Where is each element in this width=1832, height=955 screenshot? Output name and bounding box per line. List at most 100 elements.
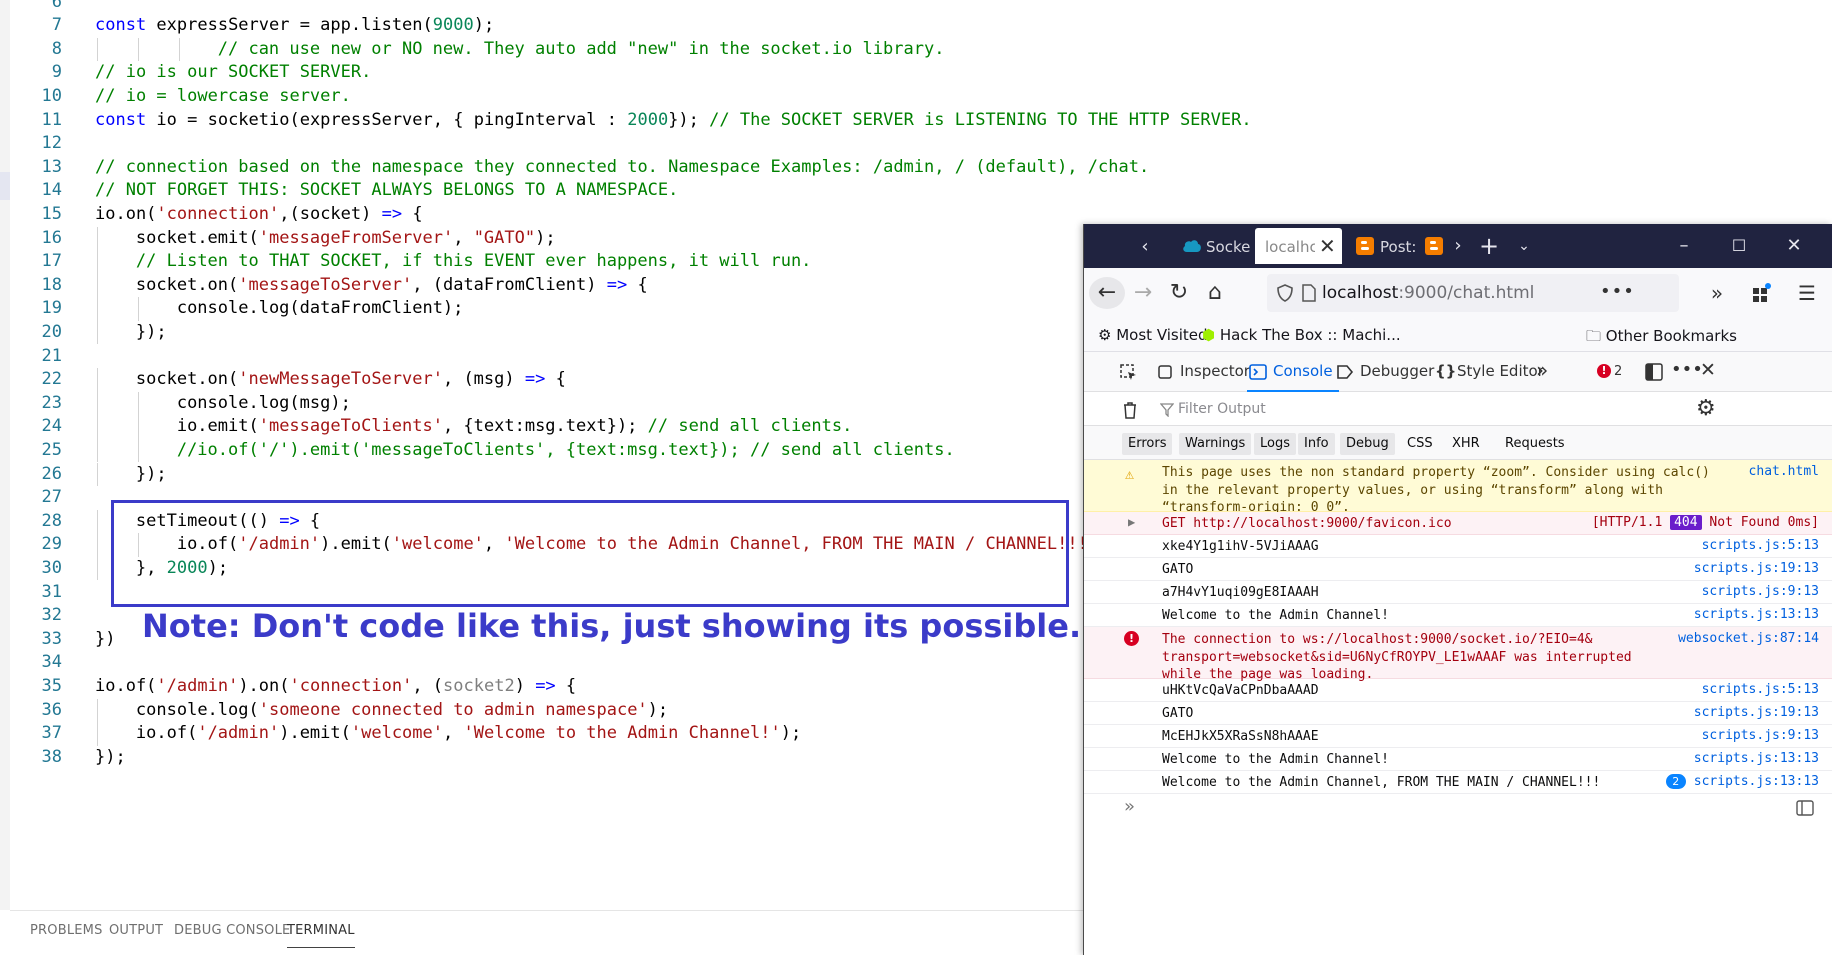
- tab-problems[interactable]: PROBLEMS: [30, 923, 103, 938]
- page-info-icon[interactable]: [1302, 284, 1316, 302]
- code-line[interactable]: 10 // io = lowercase server.: [0, 85, 1832, 109]
- filter-input[interactable]: Filter Output: [1178, 401, 1266, 417]
- forward-arrow-icon[interactable]: →: [1125, 277, 1161, 309]
- url-bar[interactable]: localhost:9000/chat.html •••: [1267, 274, 1679, 312]
- bookmark-hack-the-box[interactable]: ⬢ Hack The Box :: Machi...: [1202, 326, 1401, 344]
- blogger-icon: [1356, 237, 1374, 255]
- filter-warnings[interactable]: Warnings: [1179, 433, 1252, 455]
- filter-info[interactable]: Info: [1298, 433, 1335, 455]
- bookmark-most-visited[interactable]: ⚙ Most Visited: [1098, 326, 1208, 344]
- message-source-link[interactable]: scripts.js:13:13: [1694, 751, 1819, 766]
- browser-tab-post[interactable]: Post: E: [1346, 228, 1421, 264]
- console-input[interactable]: »: [1084, 794, 1832, 824]
- close-devtools-icon[interactable]: ✕: [1700, 359, 1716, 381]
- maximize-icon[interactable]: ☐: [1725, 232, 1753, 260]
- back-arrow-icon[interactable]: ←: [1089, 277, 1125, 309]
- filter-requests[interactable]: Requests: [1499, 433, 1571, 455]
- error-icon: !: [1124, 631, 1139, 646]
- filter-css[interactable]: CSS: [1401, 433, 1439, 455]
- message-source-link[interactable]: chat.html: [1749, 464, 1819, 479]
- log-level-filters: Errors Warnings Logs Info Debug CSS XHR …: [1084, 426, 1832, 460]
- line-number: 24: [41, 416, 62, 437]
- line-number: 37: [41, 723, 62, 744]
- overflow-chevron-icon[interactable]: »: [1699, 277, 1735, 309]
- browser-tab-socket[interactable]: Socke: [1172, 228, 1255, 264]
- close-tab-icon[interactable]: ✕: [1319, 234, 1336, 258]
- menu-hamburger-icon[interactable]: ☰: [1789, 277, 1825, 309]
- tab-list-chevron-down-icon[interactable]: ⌄: [1510, 232, 1538, 260]
- tab-debugger[interactable]: Debugger: [1360, 362, 1434, 380]
- indent-guide: [97, 226, 98, 251]
- tab-console[interactable]: Console: [1247, 362, 1339, 392]
- element-picker-icon[interactable]: [1120, 364, 1138, 382]
- code-line[interactable]: 12: [0, 132, 1832, 156]
- home-icon[interactable]: ⌂: [1197, 277, 1233, 309]
- browser-tab-blogger[interactable]: [1421, 228, 1446, 264]
- tab-output[interactable]: OUTPUT: [109, 923, 163, 938]
- expand-triangle-icon[interactable]: ▶: [1128, 515, 1135, 529]
- code-line[interactable]: 9 // io is our SOCKET SERVER.: [0, 61, 1832, 85]
- indent-guide: [97, 297, 98, 321]
- code-token: }): [95, 628, 116, 649]
- tab-debug-console[interactable]: DEBUG CONSOLE: [174, 923, 290, 938]
- browser-tab-localhost[interactable]: localhc ✕: [1255, 228, 1342, 264]
- tab-terminal[interactable]: TERMINAL: [287, 923, 355, 948]
- more-tools-chevron-icon[interactable]: »: [1536, 358, 1548, 382]
- code-line[interactable]: 13 // connection based on the namespace t…: [0, 156, 1832, 180]
- console-log-message: xke4Y1g1ihV-5VJiAAAG scripts.js:5:13: [1084, 535, 1832, 558]
- indent-guide: [97, 438, 98, 463]
- code-token: });: [135, 463, 167, 484]
- message-source-link[interactable]: websocket.js:87:14: [1678, 631, 1819, 646]
- code-line[interactable]: 8 // can use new or NO new. They auto add…: [0, 37, 1832, 62]
- minimize-icon[interactable]: –: [1670, 232, 1698, 260]
- code-line[interactable]: 7 const expressServer = app.listen(9000);: [0, 14, 1832, 38]
- message-source-link[interactable]: scripts.js:13:13: [1694, 607, 1819, 622]
- console-log-message: GATO scripts.js:19:13: [1084, 558, 1832, 581]
- reload-icon[interactable]: ↻: [1161, 277, 1197, 309]
- console-settings-gear-icon[interactable]: ⚙: [1696, 396, 1716, 421]
- line-number: 10: [41, 85, 62, 106]
- filter-logs[interactable]: Logs: [1254, 433, 1296, 455]
- code-token: 2000: [627, 109, 669, 130]
- tab-scroll-left-icon[interactable]: ‹: [1131, 233, 1159, 261]
- tab-scroll-right-icon[interactable]: ›: [1444, 232, 1472, 260]
- page-actions-icon[interactable]: •••: [1600, 281, 1635, 302]
- message-source-link[interactable]: scripts.js:19:13: [1694, 561, 1819, 576]
- error-alert-icon[interactable]: !: [1597, 364, 1611, 378]
- message-source-link[interactable]: scripts.js:9:13: [1702, 584, 1819, 599]
- code-line[interactable]: 11 const io = socketio(expressServer, { p…: [0, 109, 1832, 133]
- message-source-link[interactable]: scripts.js:5:13: [1702, 682, 1819, 697]
- code-token: ).on(: [238, 675, 290, 696]
- trash-icon[interactable]: [1122, 401, 1138, 419]
- editor-mode-toggle-icon[interactable]: [1796, 800, 1814, 816]
- code-token: );: [473, 15, 495, 36]
- filter-debug[interactable]: Debug: [1340, 433, 1395, 455]
- message-source-link[interactable]: scripts.js:13:13: [1694, 774, 1819, 789]
- console-network-error[interactable]: ▶ GET http://localhost:9000/favicon.ico …: [1084, 512, 1832, 535]
- new-tab-icon[interactable]: +: [1475, 232, 1503, 260]
- bookmark-other[interactable]: 🗀 Other Bookmarks: [1586, 326, 1737, 351]
- filter-xhr[interactable]: XHR: [1446, 433, 1486, 455]
- code-text: // can use new or NO new. They auto add …: [218, 38, 945, 62]
- extensions-icon[interactable]: [1751, 282, 1773, 304]
- dock-side-icon[interactable]: [1645, 363, 1663, 381]
- close-window-icon[interactable]: ✕: [1780, 232, 1808, 260]
- code-line[interactable]: 14 // NOT FORGET THIS: SOCKET ALWAYS BELO…: [0, 179, 1832, 203]
- code-line[interactable]: 6: [0, 0, 1832, 14]
- message-source-link[interactable]: scripts.js:9:13: [1702, 728, 1819, 743]
- line-number: 9: [51, 62, 62, 83]
- code-token: 'messageToClients': [258, 416, 443, 437]
- code-line[interactable]: 15 io.on('connection',(socket) => {: [0, 203, 1832, 227]
- line-number: 12: [41, 133, 62, 154]
- message-source-link[interactable]: scripts.js:5:13: [1702, 538, 1819, 553]
- tab-inspector[interactable]: Inspector: [1180, 362, 1250, 380]
- code-token: console.log(dataFromClient);: [176, 298, 464, 319]
- console-log-message: Welcome to the Admin Channel! scripts.js…: [1084, 604, 1832, 627]
- tab-style-editor[interactable]: Style Editor: [1457, 362, 1544, 380]
- code-text: io.of('/admin').on('connection', (socket…: [95, 675, 576, 699]
- code-token: 'someone connected to admin namespace': [258, 699, 648, 720]
- filter-errors[interactable]: Errors: [1122, 433, 1173, 455]
- tracking-shield-icon[interactable]: [1277, 284, 1293, 302]
- message-source-link[interactable]: scripts.js:19:13: [1694, 705, 1819, 720]
- devtools-menu-icon[interactable]: •••: [1671, 359, 1703, 380]
